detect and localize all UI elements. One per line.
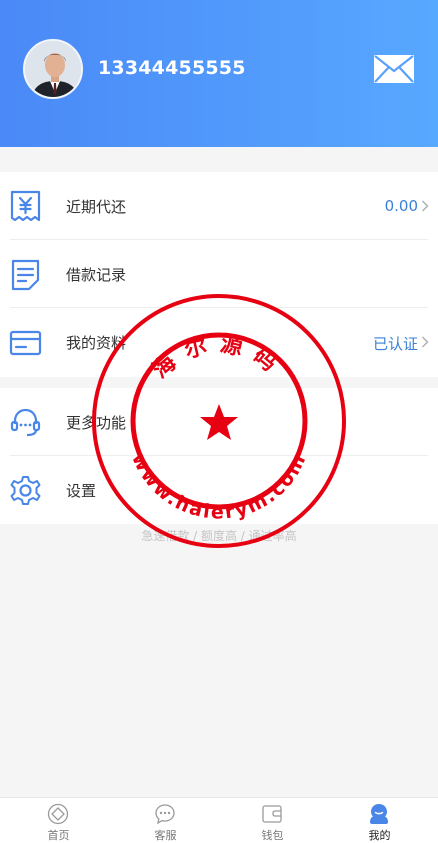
tab-wallet[interactable]: 钱包: [218, 798, 327, 843]
menu-item-label: 更多功能: [66, 414, 127, 432]
user-avatar[interactable]: [23, 39, 83, 99]
menu-item-label: 借款记录: [66, 266, 127, 284]
menu-item-more-features[interactable]: 更多功能: [0, 388, 438, 456]
tab-label: 我的: [368, 829, 391, 842]
profile-header: 13344455555: [0, 0, 438, 147]
mail-icon[interactable]: [373, 54, 415, 84]
footer-note: 急速借款 / 额度高 / 通过率高: [141, 529, 297, 543]
tab-home[interactable]: 首页: [4, 798, 113, 843]
document-icon: [11, 259, 40, 291]
user-icon: [370, 804, 388, 824]
recent-repay-amount: 0.00: [384, 197, 418, 215]
menu-item-my-profile[interactable]: 我的资料 已认证: [0, 308, 438, 376]
tab-label: 客服: [154, 829, 177, 842]
tab-mine[interactable]: 我的: [325, 798, 434, 843]
card-icon: [9, 330, 42, 356]
home-icon: [47, 803, 69, 825]
avatar-portrait-icon: [25, 41, 81, 97]
tab-customer-service[interactable]: 客服: [111, 798, 220, 843]
primary-menu: 近期代还 0.00 借款记录 我的资料 已认证: [0, 172, 438, 377]
receipt-yuan-icon: [10, 190, 41, 222]
secondary-menu: 更多功能 设置: [0, 388, 438, 524]
bottom-tab-bar: 首页 客服 钱包 我的: [0, 797, 438, 843]
gear-icon: [10, 476, 41, 505]
tab-label: 钱包: [261, 829, 284, 842]
wallet-icon: [262, 805, 282, 823]
profile-status: 已认证: [372, 335, 418, 353]
menu-item-label: 近期代还: [66, 198, 127, 216]
tab-label: 首页: [47, 829, 70, 842]
menu-item-label: 设置: [66, 482, 97, 500]
menu-item-label: 我的资料: [66, 334, 127, 352]
profile-page: 13344455555 近期代还 0.00 借款记录 我的资料 已认证 更多功能…: [0, 0, 438, 843]
user-phone-number: 13344455555: [98, 57, 246, 79]
menu-item-loan-records[interactable]: 借款记录: [0, 240, 438, 308]
menu-item-recent-repay[interactable]: 近期代还 0.00: [0, 172, 438, 240]
menu-item-settings[interactable]: 设置: [0, 456, 438, 524]
chevron-right-icon: [421, 336, 429, 348]
chat-icon: [155, 804, 175, 825]
headset-icon: [10, 408, 41, 437]
chevron-right-icon: [421, 200, 429, 212]
